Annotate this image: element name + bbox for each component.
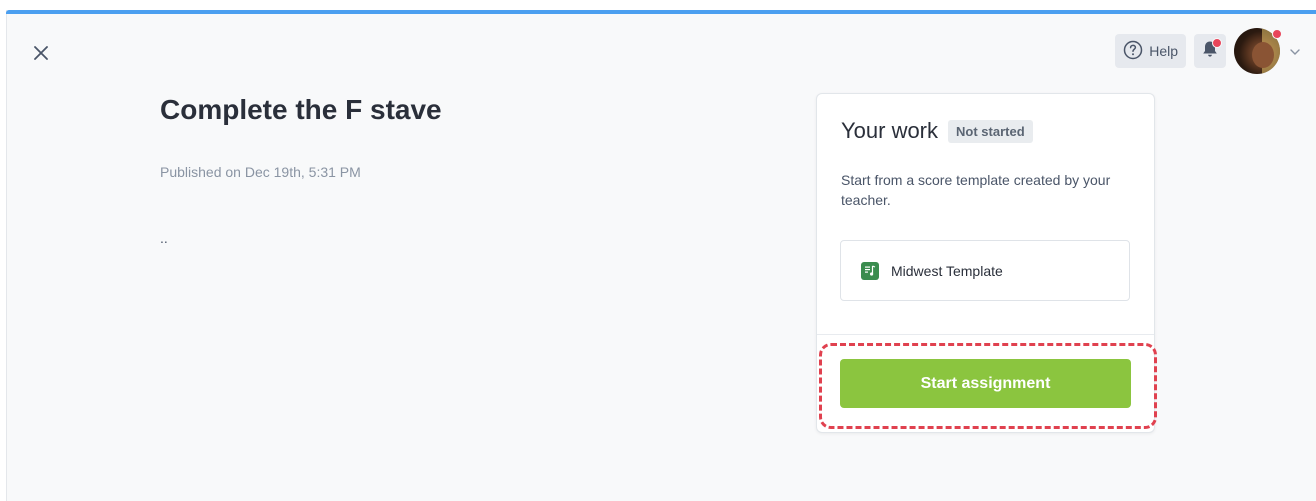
notification-dot — [1212, 38, 1222, 48]
template-label: Midwest Template — [891, 262, 1003, 279]
page-title: Complete the F stave — [160, 94, 442, 125]
assignment-description: .. — [160, 230, 168, 246]
card-divider — [817, 334, 1154, 335]
top-accent-bar — [6, 10, 1316, 14]
user-menu[interactable] — [1234, 28, 1282, 74]
help-button[interactable]: Help — [1115, 34, 1186, 68]
user-menu-toggle[interactable] — [1288, 44, 1302, 58]
published-date: Published on Dec 19th, 5:31 PM — [160, 164, 361, 180]
avatar-status-dot — [1272, 29, 1282, 39]
header-actions: Help — [1115, 28, 1302, 74]
status-badge: Not started — [948, 119, 1033, 143]
start-assignment-button[interactable]: Start assignment — [840, 359, 1131, 408]
your-work-card: Your work Not started Start from a score… — [816, 93, 1155, 433]
template-item[interactable]: Midwest Template — [840, 240, 1130, 301]
chevron-down-icon — [1290, 42, 1300, 60]
work-heading: Your work Not started — [841, 118, 1033, 144]
music-score-icon — [861, 261, 879, 280]
work-description: Start from a score template created by y… — [841, 172, 1111, 208]
close-icon — [34, 45, 48, 65]
work-title: Your work — [841, 118, 939, 143]
help-label: Help — [1149, 43, 1178, 59]
question-circle-icon — [1123, 40, 1143, 63]
notifications-button[interactable] — [1194, 34, 1226, 68]
close-button[interactable] — [30, 44, 52, 66]
